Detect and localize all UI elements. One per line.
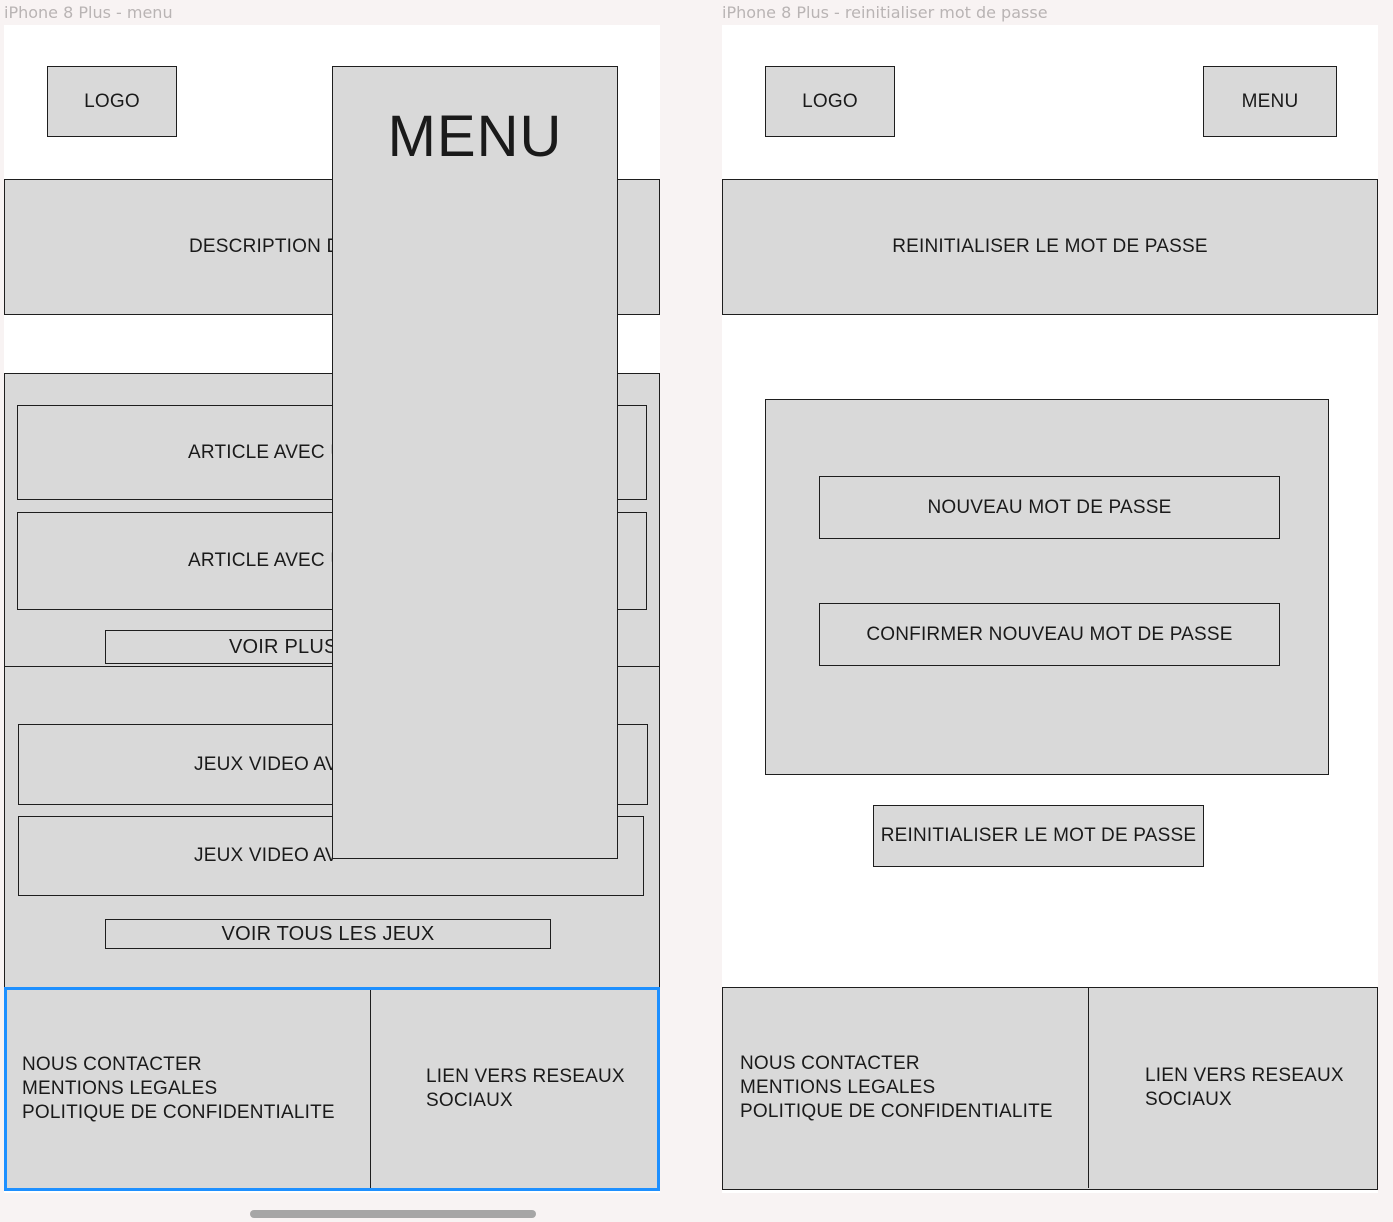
footer-link-contact[interactable]: NOUS CONTACTER <box>22 1053 370 1077</box>
social-link-line1: LIEN VERS RESEAUX <box>426 1066 625 1087</box>
footer-link-mentions[interactable]: MENTIONS LEGALES <box>22 1077 370 1101</box>
social-link-line2: SOCIAUX <box>1145 1089 1232 1110</box>
reset-submit-button[interactable]: REINITIALISER LE MOT DE PASSE <box>873 805 1204 867</box>
frame-reset-password[interactable]: LOGO MENU REINITIALISER LE MOT DE PASSE … <box>722 25 1378 1193</box>
logo-placeholder: LOGO <box>47 66 177 137</box>
horizontal-scrollbar[interactable] <box>250 1210 536 1218</box>
social-link-line2: SOCIAUX <box>426 1090 513 1111</box>
frame-title-menu[interactable]: iPhone 8 Plus - menu <box>4 3 173 22</box>
footer-link-mentions[interactable]: MENTIONS LEGALES <box>740 1076 1088 1100</box>
footer-selected[interactable]: NOUS CONTACTER MENTIONS LEGALES POLITIQU… <box>4 987 660 1191</box>
logo-placeholder: LOGO <box>765 66 895 137</box>
footer-link-privacy[interactable]: POLITIQUE DE CONFIDENTIALITE <box>22 1101 370 1125</box>
footer: NOUS CONTACTER MENTIONS LEGALES POLITIQU… <box>722 987 1378 1190</box>
social-link-line1: LIEN VERS RESEAUX <box>1145 1065 1344 1086</box>
voir-tous-les-jeux-button[interactable]: VOIR TOUS LES JEUX <box>105 919 551 949</box>
menu-overlay-title: MENU <box>387 104 563 169</box>
footer-links: NOUS CONTACTER MENTIONS LEGALES POLITIQU… <box>723 988 1089 1188</box>
footer-social[interactable]: LIEN VERS RESEAUX SOCIAUX <box>371 990 657 1188</box>
footer-links: NOUS CONTACTER MENTIONS LEGALES POLITIQU… <box>7 990 371 1188</box>
menu-button[interactable]: MENU <box>1203 66 1337 137</box>
footer-link-privacy[interactable]: POLITIQUE DE CONFIDENTIALITE <box>740 1100 1088 1124</box>
reset-heading: REINITIALISER LE MOT DE PASSE <box>722 179 1378 315</box>
footer-link-contact[interactable]: NOUS CONTACTER <box>740 1052 1088 1076</box>
menu-overlay-panel[interactable]: MENU <box>332 66 618 859</box>
new-password-field[interactable]: NOUVEAU MOT DE PASSE <box>819 476 1280 539</box>
confirm-password-field[interactable]: CONFIRMER NOUVEAU MOT DE PASSE <box>819 603 1280 666</box>
frame-menu[interactable]: LOGO DESCRIPTION D ARTICLE AVEC U ARTICL… <box>4 25 660 1193</box>
reset-form <box>765 399 1329 775</box>
frame-title-reset[interactable]: iPhone 8 Plus - reinitialiser mot de pas… <box>722 3 1048 22</box>
footer-social[interactable]: LIEN VERS RESEAUX SOCIAUX <box>1089 988 1376 1188</box>
